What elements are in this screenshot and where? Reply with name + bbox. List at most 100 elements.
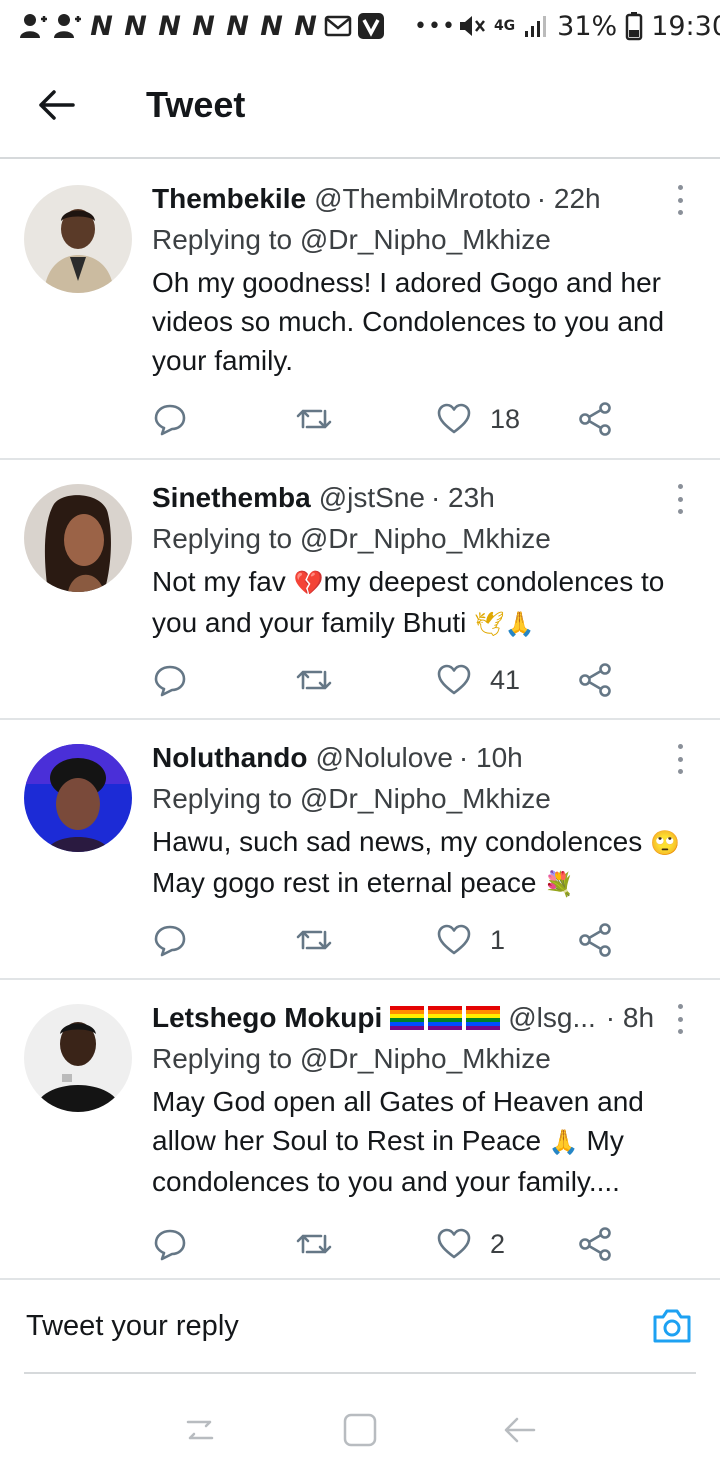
status-indicators: 4G 31% 19:30 bbox=[456, 11, 720, 42]
share-button[interactable] bbox=[578, 397, 612, 441]
reply-button[interactable] bbox=[152, 397, 188, 441]
tweet-text-part: Not my fav bbox=[152, 566, 294, 597]
reply-button[interactable] bbox=[152, 918, 188, 962]
mute-icon bbox=[459, 16, 485, 36]
more-options-button[interactable] bbox=[670, 482, 690, 516]
like-button[interactable]: 18 bbox=[436, 397, 520, 441]
notification-n-icon: N bbox=[90, 10, 113, 42]
like-count: 41 bbox=[490, 664, 521, 695]
tweet-item[interactable]: Sinethemba @jstSne · 23h Replying to @Dr… bbox=[0, 460, 720, 720]
tweet-text: Hawu, such sad news, my condolences 🙄 Ma… bbox=[152, 822, 700, 904]
reply-button[interactable] bbox=[152, 658, 188, 702]
tweet-time: · 22h bbox=[536, 183, 601, 214]
dove-pray-emoji: 🕊🙏 bbox=[474, 610, 535, 638]
home-icon bbox=[343, 1413, 377, 1447]
tweet-item[interactable]: Noluthando @Nolulove · 10h Replying to @… bbox=[0, 720, 720, 980]
replying-to-mention[interactable]: @Dr_Nipho_Mkhize bbox=[300, 224, 551, 255]
replying-to: Replying to @Dr_Nipho_Mkhize bbox=[152, 1041, 700, 1077]
retweet-button[interactable] bbox=[294, 918, 334, 962]
back-icon bbox=[504, 1417, 536, 1443]
tweet-time: · 10h bbox=[458, 742, 523, 773]
retweet-icon bbox=[296, 409, 332, 429]
avatar[interactable] bbox=[24, 744, 132, 852]
replying-to-label: Replying to bbox=[152, 523, 293, 554]
author-handle[interactable]: @Nolulove bbox=[316, 740, 453, 776]
rainbow-flag-icon bbox=[466, 1006, 501, 1030]
more-options-button[interactable] bbox=[670, 183, 690, 217]
home-button[interactable] bbox=[335, 1405, 385, 1455]
like-count: 1 bbox=[490, 924, 506, 955]
more-options-button[interactable] bbox=[670, 1002, 690, 1036]
reply-icon bbox=[154, 925, 186, 957]
notification-n-icon: N bbox=[124, 10, 147, 42]
tweet-actions: 1 bbox=[152, 918, 672, 962]
back-nav-button[interactable] bbox=[495, 1405, 545, 1455]
tweet-header: Noluthando @Nolulove · 10h bbox=[152, 740, 700, 776]
rainbow-flag-icon bbox=[428, 1006, 463, 1030]
eye-roll-emoji: 🙄 bbox=[650, 829, 680, 857]
author-handle[interactable]: @lsg... bbox=[508, 1000, 596, 1036]
tweet-item[interactable]: Letshego Mokupi 🏳️‍🌈🏳️‍🌈🏳️‍🌈 @lsg... · 8… bbox=[0, 980, 720, 1280]
heart-icon bbox=[437, 1228, 471, 1259]
more-options-button[interactable] bbox=[670, 742, 690, 776]
recent-apps-button[interactable] bbox=[175, 1405, 225, 1455]
retweet-button[interactable] bbox=[294, 658, 334, 702]
author-name[interactable]: Noluthando bbox=[152, 740, 308, 776]
tweet-body: Sinethemba @jstSne · 23h Replying to @Dr… bbox=[152, 480, 700, 644]
replying-to-label: Replying to bbox=[152, 783, 293, 814]
heart-icon bbox=[437, 664, 471, 695]
tweet-actions: 18 bbox=[152, 397, 672, 441]
author-name[interactable]: Sinethemba bbox=[152, 480, 311, 516]
retweet-button[interactable] bbox=[294, 397, 334, 441]
like-button[interactable]: 41 bbox=[436, 658, 520, 702]
rainbow-flag-icon bbox=[390, 1006, 425, 1030]
system-nav-bar bbox=[0, 1380, 720, 1480]
app-header: Tweet bbox=[0, 52, 720, 159]
tweet-text: May God open all Gates of Heaven and all… bbox=[152, 1082, 700, 1201]
signal-icon bbox=[525, 16, 547, 37]
notification-icons: N N N N N N N ••• bbox=[18, 11, 456, 42]
avatar[interactable] bbox=[24, 185, 132, 293]
page-title: Tweet bbox=[146, 83, 246, 125]
retweet-icon bbox=[296, 930, 332, 950]
retweet-button[interactable] bbox=[294, 1222, 334, 1266]
tweet-reply-input[interactable]: Tweet your reply bbox=[26, 1310, 239, 1343]
clock: 19:30 bbox=[651, 10, 720, 42]
tweet-actions: 41 bbox=[152, 658, 672, 702]
share-button[interactable] bbox=[578, 658, 612, 702]
like-button[interactable]: 1 bbox=[436, 918, 505, 962]
tweet-header: Letshego Mokupi 🏳️‍🌈🏳️‍🌈🏳️‍🌈 @lsg... · 8… bbox=[152, 1000, 700, 1036]
tweet-text-part: May gogo rest in eternal peace bbox=[152, 867, 545, 898]
tweet-body: Noluthando @Nolulove · 10h Replying to @… bbox=[152, 740, 700, 904]
add-contact-icon bbox=[54, 14, 81, 38]
author-handle[interactable]: @ThembiMrototo bbox=[314, 181, 531, 217]
replying-to-mention[interactable]: @Dr_Nipho_Mkhize bbox=[300, 523, 551, 554]
share-button[interactable] bbox=[578, 1222, 612, 1266]
like-count: 18 bbox=[490, 403, 521, 434]
share-button[interactable] bbox=[578, 918, 612, 962]
heart-icon bbox=[437, 924, 471, 955]
tweet-body: Thembekile @ThembiMrototo · 22h Replying… bbox=[152, 181, 700, 380]
author-name[interactable]: Thembekile bbox=[152, 181, 306, 217]
replying-to: Replying to @Dr_Nipho_Mkhize bbox=[152, 781, 700, 817]
tweet-text-part: Hawu, such sad news, my condolences bbox=[152, 826, 651, 857]
tweet-time: · 23h bbox=[430, 482, 495, 513]
like-button[interactable]: 2 bbox=[436, 1222, 505, 1266]
reply-icon bbox=[154, 1229, 186, 1261]
battery-icon bbox=[625, 12, 643, 41]
replying-to-mention[interactable]: @Dr_Nipho_Mkhize bbox=[300, 783, 551, 814]
tweet-item[interactable]: Thembekile @ThembiMrototo · 22h Replying… bbox=[0, 161, 720, 460]
notification-n-icon: N bbox=[192, 10, 215, 42]
back-button[interactable] bbox=[0, 51, 112, 158]
replying-to-mention[interactable]: @Dr_Nipho_Mkhize bbox=[300, 1043, 551, 1074]
avatar[interactable] bbox=[24, 484, 132, 592]
camera-button[interactable] bbox=[650, 1304, 694, 1348]
share-icon bbox=[579, 1227, 611, 1261]
replying-to: Replying to @Dr_Nipho_Mkhize bbox=[152, 222, 700, 258]
status-bar: N N N N N N N ••• 4G 31% 19:30 bbox=[0, 0, 720, 52]
rainbow-flags bbox=[390, 1006, 501, 1030]
reply-button[interactable] bbox=[152, 1222, 188, 1266]
author-name[interactable]: Letshego Mokupi bbox=[152, 1000, 382, 1036]
avatar[interactable] bbox=[24, 1004, 132, 1112]
author-handle[interactable]: @jstSne bbox=[319, 480, 425, 516]
